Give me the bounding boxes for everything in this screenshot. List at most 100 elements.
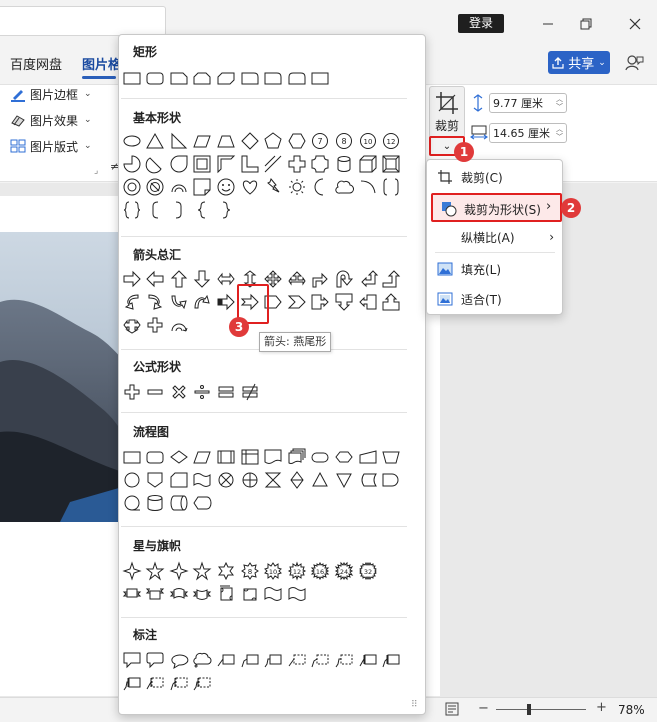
shape-bracePair-icon[interactable] xyxy=(120,199,143,221)
tab-picture-format[interactable]: 图片格 xyxy=(82,54,121,73)
tab-baidu-netdisk[interactable]: 百度网盘 xyxy=(10,54,62,73)
shape-heart-icon[interactable] xyxy=(238,176,261,198)
shape-n12-icon[interactable]: 12 xyxy=(380,130,403,152)
shape-st5-icon[interactable] xyxy=(191,560,214,582)
shape-cRRect-icon[interactable] xyxy=(144,649,167,671)
shape-tear-icon[interactable] xyxy=(167,153,190,175)
shape-fAlt-icon[interactable] xyxy=(144,446,167,468)
shape-aCurvR-icon[interactable] xyxy=(120,291,143,313)
shape-rrect-icon[interactable] xyxy=(144,67,167,89)
shape-aLR-icon[interactable] xyxy=(214,268,237,290)
shape-diamond-icon[interactable] xyxy=(238,130,261,152)
shape-donut-icon[interactable] xyxy=(120,176,143,198)
shape-st8-icon[interactable]: 8 xyxy=(238,560,261,582)
shape-cDash2-icon[interactable] xyxy=(309,649,332,671)
shape-rbrace-icon[interactable] xyxy=(214,199,237,221)
shape-para-icon[interactable] xyxy=(191,130,214,152)
shape-cloud-icon[interactable] xyxy=(332,176,355,198)
shape-aD-icon[interactable] xyxy=(191,268,214,290)
shape-ribUp-icon[interactable] xyxy=(120,583,143,605)
shape-sun-icon[interactable] xyxy=(285,176,308,198)
shape-pie-icon[interactable] xyxy=(120,153,143,175)
shape-calloutU-icon[interactable] xyxy=(380,291,403,313)
shape-textbox-icon[interactable] xyxy=(309,67,332,89)
shape-plaque-icon[interactable] xyxy=(309,153,332,175)
shape-chord-icon[interactable] xyxy=(144,153,167,175)
shape-minus-icon[interactable] xyxy=(144,381,167,403)
shape-fInt-icon[interactable] xyxy=(238,446,261,468)
shape-st4-icon[interactable] xyxy=(120,560,143,582)
shape-ribCurvUp-icon[interactable] xyxy=(167,583,190,605)
zoom-out-icon[interactable]: − xyxy=(478,701,489,716)
shape-snip2-icon[interactable] xyxy=(191,67,214,89)
shape-halfframe-icon[interactable] xyxy=(214,153,237,175)
shape-cLine2-icon[interactable] xyxy=(238,649,261,671)
shape-fMan-icon[interactable] xyxy=(356,446,379,468)
shape-fExt-icon[interactable] xyxy=(309,469,332,491)
shape-aLU-icon[interactable] xyxy=(356,268,379,290)
minimize-icon[interactable] xyxy=(536,12,560,36)
shape-penta-icon[interactable] xyxy=(262,130,285,152)
shape-fMerge-icon[interactable] xyxy=(332,469,355,491)
shape-plus-icon[interactable] xyxy=(120,381,143,403)
shape-aCurvD-icon[interactable] xyxy=(191,291,214,313)
menu-item-crop-to-shape[interactable]: 裁剪为形状(S) › xyxy=(431,193,562,222)
shape-fDec-icon[interactable] xyxy=(167,446,190,468)
shape-trap-icon[interactable] xyxy=(214,130,237,152)
shape-bevel-icon[interactable] xyxy=(380,153,403,175)
shape-cDash1-icon[interactable] xyxy=(285,649,308,671)
shape-cLine1-icon[interactable] xyxy=(214,649,237,671)
shape-n10-icon[interactable]: 10 xyxy=(356,130,379,152)
shape-fDirect-icon[interactable] xyxy=(167,492,190,514)
picture-layout-button[interactable]: 图片版式 ⌄ xyxy=(10,136,92,156)
menu-item-fit[interactable]: 适合(T) xyxy=(427,284,562,314)
shape-fSeq-icon[interactable] xyxy=(120,492,143,514)
shape-equal-icon[interactable] xyxy=(214,381,237,403)
shape-hexa-icon[interactable] xyxy=(285,130,308,152)
shape-fConn-icon[interactable] xyxy=(120,469,143,491)
shape-cRect-icon[interactable] xyxy=(120,649,143,671)
shape-n7-icon[interactable]: 7 xyxy=(309,130,332,152)
width-field[interactable]: 14.65 厘米 ︿ ﹀ xyxy=(489,123,567,143)
zoom-in-icon[interactable]: + xyxy=(596,700,607,715)
share-button[interactable]: 共享 ⌄ xyxy=(548,51,610,74)
height-field[interactable]: 9.77 厘米 ︿ ﹀ xyxy=(489,93,567,113)
shape-fold-icon[interactable] xyxy=(191,176,214,198)
shape-cube-icon[interactable] xyxy=(356,153,379,175)
shape-calloutR-icon[interactable] xyxy=(309,291,332,313)
shape-st10-icon[interactable]: 10 xyxy=(262,560,285,582)
shape-aStripe-icon[interactable] xyxy=(214,291,237,313)
shape-wave-icon[interactable] xyxy=(262,583,285,605)
shape-rect-icon[interactable] xyxy=(120,67,143,89)
zoom-slider[interactable] xyxy=(496,709,586,710)
shape-st6-icon[interactable] xyxy=(214,560,237,582)
shape-cBarD3-icon[interactable] xyxy=(191,672,214,694)
menu-item-aspect-ratio[interactable]: 纵横比(A) › xyxy=(427,222,562,252)
web-layout-icon[interactable] xyxy=(445,702,459,719)
shape-ribDown-icon[interactable] xyxy=(144,583,167,605)
shape-callout4-icon[interactable] xyxy=(120,314,143,336)
shape-div-icon[interactable] xyxy=(191,381,214,403)
shape-oval-icon[interactable] xyxy=(120,130,143,152)
shape-fSort-icon[interactable] xyxy=(285,469,308,491)
shape-cBar3-icon[interactable] xyxy=(120,672,143,694)
shape-cross-icon[interactable] xyxy=(285,153,308,175)
shape-chevron-icon[interactable] xyxy=(285,291,308,313)
shape-snipr-icon[interactable] xyxy=(238,67,261,89)
shape-bolt-icon[interactable] xyxy=(262,176,285,198)
crop-button[interactable]: 裁剪 xyxy=(429,86,465,138)
shape-plus-icon[interactable] xyxy=(144,314,167,336)
shape-aU-icon[interactable] xyxy=(167,268,190,290)
shape-snipd-icon[interactable] xyxy=(214,67,237,89)
shape-aBent-icon[interactable] xyxy=(309,268,332,290)
shape-cCloud-icon[interactable] xyxy=(191,649,214,671)
shape-st16-icon[interactable]: 16 xyxy=(309,560,332,582)
shape-ribCurvDown-icon[interactable] xyxy=(191,583,214,605)
shape-neq-icon[interactable] xyxy=(238,381,261,403)
zoom-slider-thumb[interactable] xyxy=(527,704,531,715)
shape-fDisp-icon[interactable] xyxy=(191,492,214,514)
shape-noSym-icon[interactable] xyxy=(144,176,167,198)
login-button[interactable]: 登录 xyxy=(458,14,504,33)
zoom-level[interactable]: 78% xyxy=(618,703,645,717)
resize-grip-icon[interactable]: ⠿ xyxy=(411,700,418,710)
